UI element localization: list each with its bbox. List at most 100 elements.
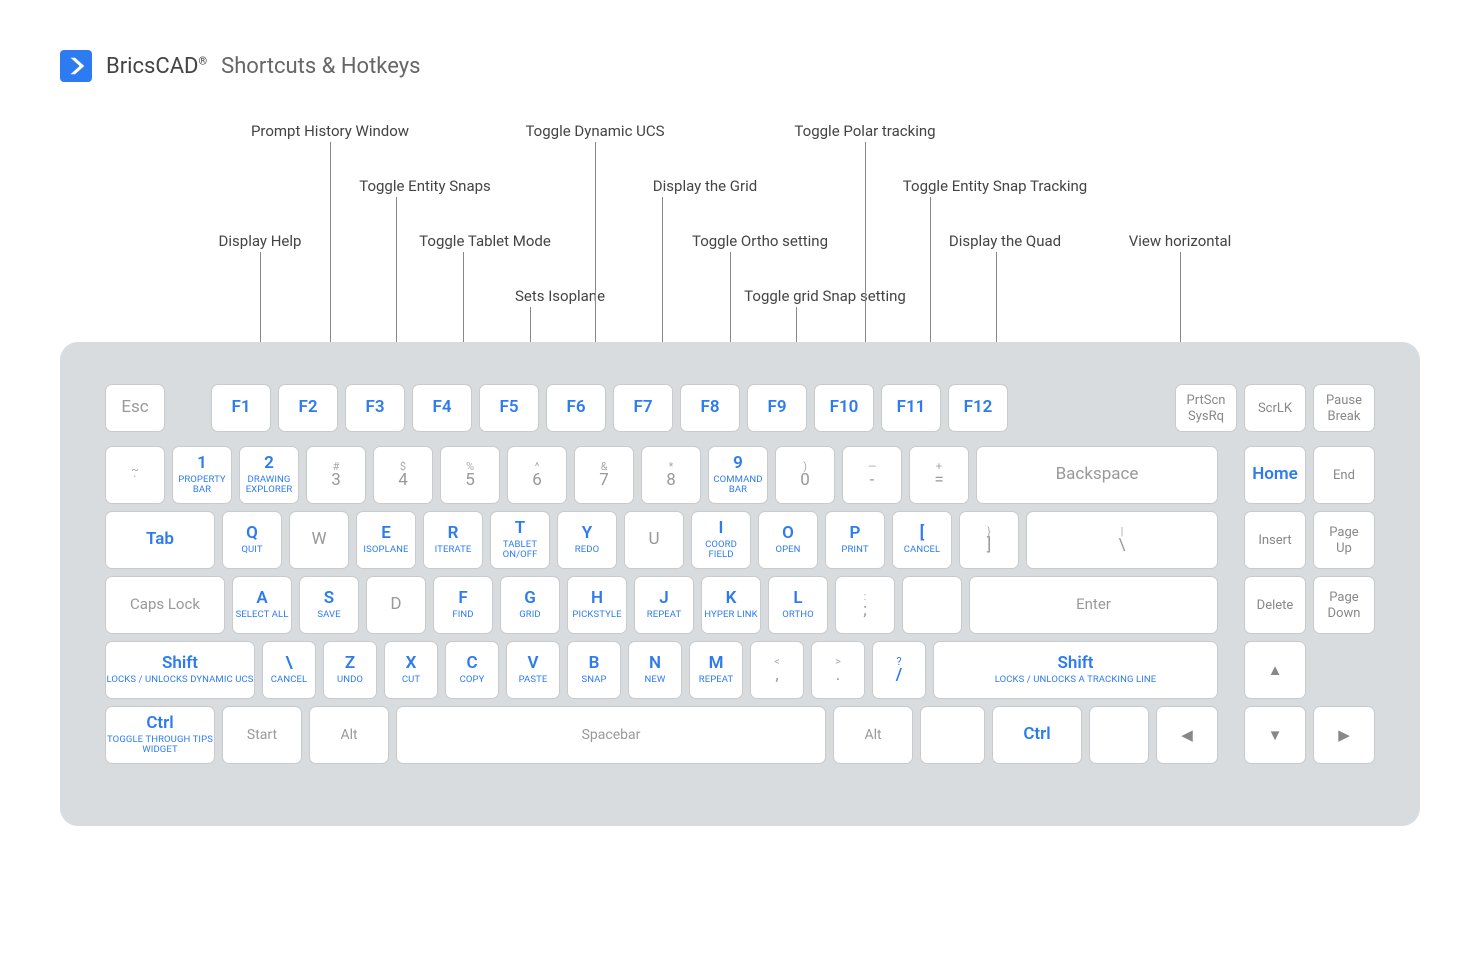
key-pagedown: PageDown bbox=[1313, 576, 1375, 634]
key-semicolon: :; bbox=[835, 576, 895, 634]
key-b: BSNAP bbox=[567, 641, 621, 699]
callout-f12: Display the Quad bbox=[949, 232, 1061, 250]
key-5: %5 bbox=[440, 446, 500, 504]
key-p: PPRINT bbox=[825, 511, 885, 569]
callout-f5: Sets Isoplane bbox=[515, 287, 605, 305]
key-f9: F9 bbox=[747, 384, 807, 432]
key-6: ^6 bbox=[507, 446, 567, 504]
key-scrlk: ScrLK bbox=[1244, 384, 1306, 432]
key-f1: F1 bbox=[211, 384, 271, 432]
row-function: Esc F1 F2 F3 F4 F5 F6 F7 F8 F9 F10 F11 F… bbox=[105, 384, 1375, 432]
key-8: *8 bbox=[641, 446, 701, 504]
key-pageup: PageUp bbox=[1313, 511, 1375, 569]
key-s: SSAVE bbox=[299, 576, 359, 634]
key-j: JREPEAT bbox=[634, 576, 694, 634]
key-home: Home bbox=[1244, 446, 1306, 504]
key-delete: Delete bbox=[1244, 576, 1306, 634]
key-0: )0 bbox=[775, 446, 835, 504]
key-arrow-right: ▶ bbox=[1313, 706, 1375, 764]
key-insert: Insert bbox=[1244, 511, 1306, 569]
key-f11: F11 bbox=[881, 384, 941, 432]
key-q: QQUIT bbox=[222, 511, 282, 569]
key-f6: F6 bbox=[546, 384, 606, 432]
callout-f1: Display Help bbox=[219, 232, 302, 250]
callout-f2: Prompt History Window bbox=[251, 122, 409, 140]
key-slash: ?/ bbox=[872, 641, 926, 699]
key-u: U bbox=[624, 511, 684, 569]
callouts-area: Prompt History Window Toggle Dynamic UCS… bbox=[60, 112, 1420, 342]
key-f5: F5 bbox=[479, 384, 539, 432]
key-d: D bbox=[366, 576, 426, 634]
key-arrow-down: ▼ bbox=[1244, 706, 1306, 764]
key-y: YREDO bbox=[557, 511, 617, 569]
key-right-shift: ShiftLOCKS / UNLOCKS A TRACKING LINE bbox=[933, 641, 1218, 699]
key-f7: F7 bbox=[613, 384, 673, 432]
key-left-ctrl: CtrlTOGGLE THROUGH TIPS WIDGET bbox=[105, 706, 215, 764]
key-esc: Esc bbox=[105, 384, 165, 432]
key-capslock: Caps Lock bbox=[105, 576, 225, 634]
row-asdf: Caps Lock ASELECT ALL SSAVE D FFIND GGRI… bbox=[105, 576, 1375, 634]
callout-f6: Toggle Dynamic UCS bbox=[525, 122, 664, 140]
key-f8: F8 bbox=[680, 384, 740, 432]
key-f10: F10 bbox=[814, 384, 874, 432]
key-g: GGRID bbox=[500, 576, 560, 634]
key-intl-backslash: \CANCEL bbox=[262, 641, 316, 699]
key-right-ctrl: Ctrl bbox=[992, 706, 1082, 764]
callout-f9: Toggle grid Snap setting bbox=[744, 287, 906, 305]
callout-f3: Toggle Entity Snaps bbox=[359, 177, 491, 195]
key-bracket-open: [CANCEL bbox=[892, 511, 952, 569]
key-w: W bbox=[289, 511, 349, 569]
callout-home: View horizontal bbox=[1129, 232, 1232, 250]
keyboard-diagram: Prompt History Window Toggle Dynamic UCS… bbox=[60, 112, 1420, 826]
key-minus: —- bbox=[842, 446, 902, 504]
key-left-shift: ShiftLOCKS / UNLOCKS DYNAMIC UCS bbox=[105, 641, 255, 699]
key-menu bbox=[920, 706, 985, 764]
key-f3: F3 bbox=[345, 384, 405, 432]
spacer bbox=[1313, 641, 1375, 699]
callout-f4: Toggle Tablet Mode bbox=[419, 232, 551, 250]
key-o: OOPEN bbox=[758, 511, 818, 569]
key-7: &7 bbox=[574, 446, 634, 504]
key-n: NNEW bbox=[628, 641, 682, 699]
key-end: End bbox=[1313, 446, 1375, 504]
key-v: VPASTE bbox=[506, 641, 560, 699]
row-numbers: ~` 1PROPERTY BAR 2DRAWING EXPLORER #3 $4… bbox=[105, 446, 1375, 504]
key-quote bbox=[902, 576, 962, 634]
key-period: >. bbox=[811, 641, 865, 699]
key-fn bbox=[1089, 706, 1149, 764]
key-enter: Enter bbox=[969, 576, 1218, 634]
key-f4: F4 bbox=[412, 384, 472, 432]
key-c: CCOPY bbox=[445, 641, 499, 699]
key-x: XCUT bbox=[384, 641, 438, 699]
row-bottom: CtrlTOGGLE THROUGH TIPS WIDGET Start Alt… bbox=[105, 706, 1375, 764]
key-backspace: Backspace bbox=[976, 446, 1218, 504]
key-e: EISOPLANE bbox=[356, 511, 416, 569]
key-4: $4 bbox=[373, 446, 433, 504]
key-i: ICOORD FIELD bbox=[691, 511, 751, 569]
key-9: 9COMMAND BAR bbox=[708, 446, 768, 504]
key-comma: <, bbox=[750, 641, 804, 699]
key-right-alt: Alt bbox=[833, 706, 913, 764]
callout-f8: Toggle Ortho setting bbox=[692, 232, 828, 250]
key-left-alt: Alt bbox=[309, 706, 389, 764]
keyboard-body: Esc F1 F2 F3 F4 F5 F6 F7 F8 F9 F10 F11 F… bbox=[60, 342, 1420, 826]
key-f2: F2 bbox=[278, 384, 338, 432]
key-r: RITERATE bbox=[423, 511, 483, 569]
key-z: ZUNDO bbox=[323, 641, 377, 699]
key-prtscn: PrtScnSysRq bbox=[1175, 384, 1237, 432]
page-header: BricsCAD® Shortcuts & Hotkeys bbox=[60, 50, 1420, 82]
row-qwerty: Tab QQUIT W EISOPLANE RITERATE TTABLET O… bbox=[105, 511, 1375, 569]
key-start: Start bbox=[222, 706, 302, 764]
key-f12: F12 bbox=[948, 384, 1008, 432]
key-backslash: |\ bbox=[1026, 511, 1218, 569]
key-tilde: ~` bbox=[105, 446, 165, 504]
key-m: MREPEAT bbox=[689, 641, 743, 699]
key-pause: PauseBreak bbox=[1313, 384, 1375, 432]
key-k: KHYPER LINK bbox=[701, 576, 761, 634]
key-l: LORTHO bbox=[768, 576, 828, 634]
page-subtitle: Shortcuts & Hotkeys bbox=[221, 54, 420, 79]
callout-f7: Display the Grid bbox=[653, 177, 757, 195]
key-3: #3 bbox=[306, 446, 366, 504]
key-f: FFIND bbox=[433, 576, 493, 634]
key-1: 1PROPERTY BAR bbox=[172, 446, 232, 504]
